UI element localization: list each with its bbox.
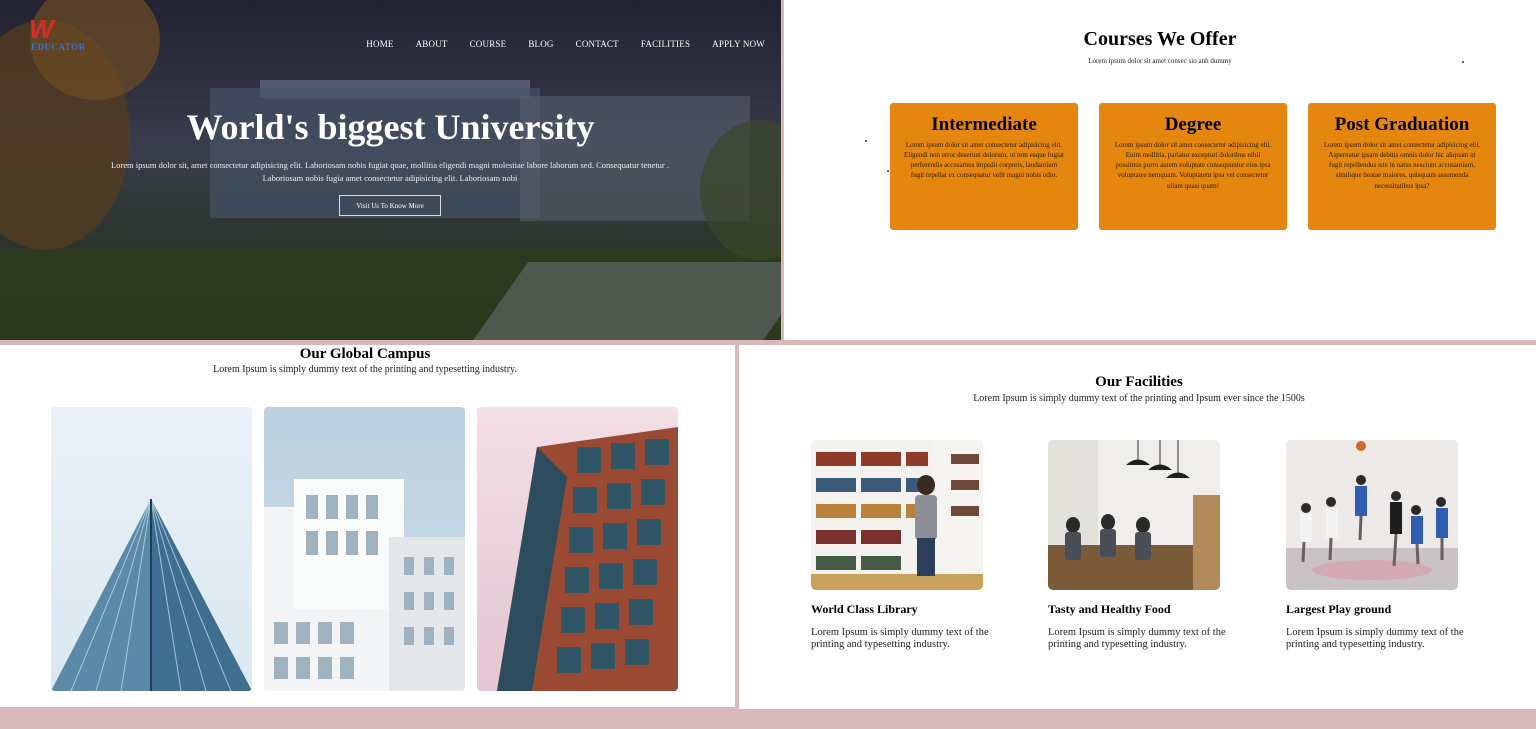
basketball-image <box>1286 440 1458 590</box>
educator-logo[interactable]: W EDUCATOR <box>27 14 99 54</box>
course-card-text: Lorem ipsum dolor sit amet consectetur a… <box>1114 141 1272 190</box>
nav-apply-now[interactable]: APPLY NOW <box>712 39 765 49</box>
stray-dot <box>1462 61 1464 63</box>
visit-us-button[interactable]: Visit Us To Know More <box>339 195 441 216</box>
library-photo <box>811 440 983 590</box>
hero-description: Lorem ipsum dolor sit, amet consectetur … <box>110 160 670 183</box>
facilities-subtitle: Lorem Ipsum is simply dummy text of the … <box>973 393 1305 404</box>
campus-photo-brick-tower[interactable] <box>477 407 678 691</box>
course-card-text: Lorem ipsum dolor sit amet consectetur a… <box>1323 141 1481 190</box>
playground-photo <box>1286 440 1458 590</box>
courses-title: Courses We Offer <box>1083 28 1237 50</box>
stray-dot <box>865 140 867 142</box>
stray-dot <box>887 170 889 172</box>
glass-pyramid-image <box>51 498 252 691</box>
facility-text: Lorem Ipsum is simply dummy text of the … <box>1048 627 1226 651</box>
facility-card-library[interactable]: World Class Library Lorem Ipsum is simpl… <box>811 440 1021 651</box>
campus-section: Our Global Campus Lorem Ipsum is simply … <box>0 345 735 707</box>
campus-photo-white-building[interactable] <box>264 407 465 691</box>
course-card-title: Intermediate <box>931 114 1037 135</box>
nav-blog[interactable]: BLOG <box>528 39 553 49</box>
facility-card-playground[interactable]: Largest Play ground Lorem Ipsum is simpl… <box>1286 440 1496 651</box>
campus-walkway <box>471 262 781 340</box>
logo-mark: W <box>29 14 53 44</box>
course-card-intermediate[interactable]: Intermediate Lorem ipsum dolor sit amet … <box>890 103 1078 230</box>
facilities-section: Our Facilities Lorem Ipsum is simply dum… <box>739 345 1536 709</box>
courses-subtitle: Lorem ipsum dolor sit amet consec sio an… <box>1088 57 1232 65</box>
facility-card-food[interactable]: Tasty and Healthy Food Lorem Ipsum is si… <box>1048 440 1258 651</box>
nav-facilities[interactable]: FACILITIES <box>641 39 690 49</box>
campus-photo-glass-pyramid[interactable] <box>51 407 252 691</box>
main-nav: HOME ABOUT COURSE BLOG CONTACT FACILITIE… <box>366 39 765 49</box>
course-card-title: Post Graduation <box>1334 114 1470 135</box>
facilities-title: Our Facilities <box>1095 374 1183 390</box>
nav-contact[interactable]: CONTACT <box>576 39 619 49</box>
nav-about[interactable]: ABOUT <box>416 39 448 49</box>
facility-title: Largest Play ground <box>1286 602 1392 616</box>
brick-tower-image <box>497 427 678 691</box>
logo-text: EDUCATOR <box>31 42 86 52</box>
cafe-image <box>1048 440 1220 590</box>
food-photo <box>1048 440 1220 590</box>
campus-title: Our Global Campus <box>299 346 431 362</box>
facility-text: Lorem Ipsum is simply dummy text of the … <box>1286 627 1464 651</box>
facility-title: Tasty and Healthy Food <box>1048 602 1171 616</box>
course-card-title: Degree <box>1164 114 1222 135</box>
nav-home[interactable]: HOME <box>366 39 393 49</box>
course-card-degree[interactable]: Degree Lorem ipsum dolor sit amet consec… <box>1099 103 1287 230</box>
course-card-text: Lorem ipsum dolor sit amet consectetur a… <box>904 141 1064 180</box>
hero-section: W EDUCATOR HOME ABOUT COURSE BLOG CONTAC… <box>0 0 781 340</box>
facility-title: World Class Library <box>811 602 918 616</box>
library-image <box>811 440 983 590</box>
hero-title: World's biggest University <box>186 107 595 147</box>
white-building-image <box>264 479 465 691</box>
campus-subtitle: Lorem Ipsum is simply dummy text of the … <box>213 364 517 375</box>
course-card-post-graduation[interactable]: Post Graduation Lorem ipsum dolor sit am… <box>1308 103 1496 230</box>
courses-section: Courses We Offer Lorem ipsum dolor sit a… <box>784 0 1536 340</box>
nav-course[interactable]: COURSE <box>470 39 507 49</box>
facility-text: Lorem Ipsum is simply dummy text of the … <box>811 627 989 651</box>
